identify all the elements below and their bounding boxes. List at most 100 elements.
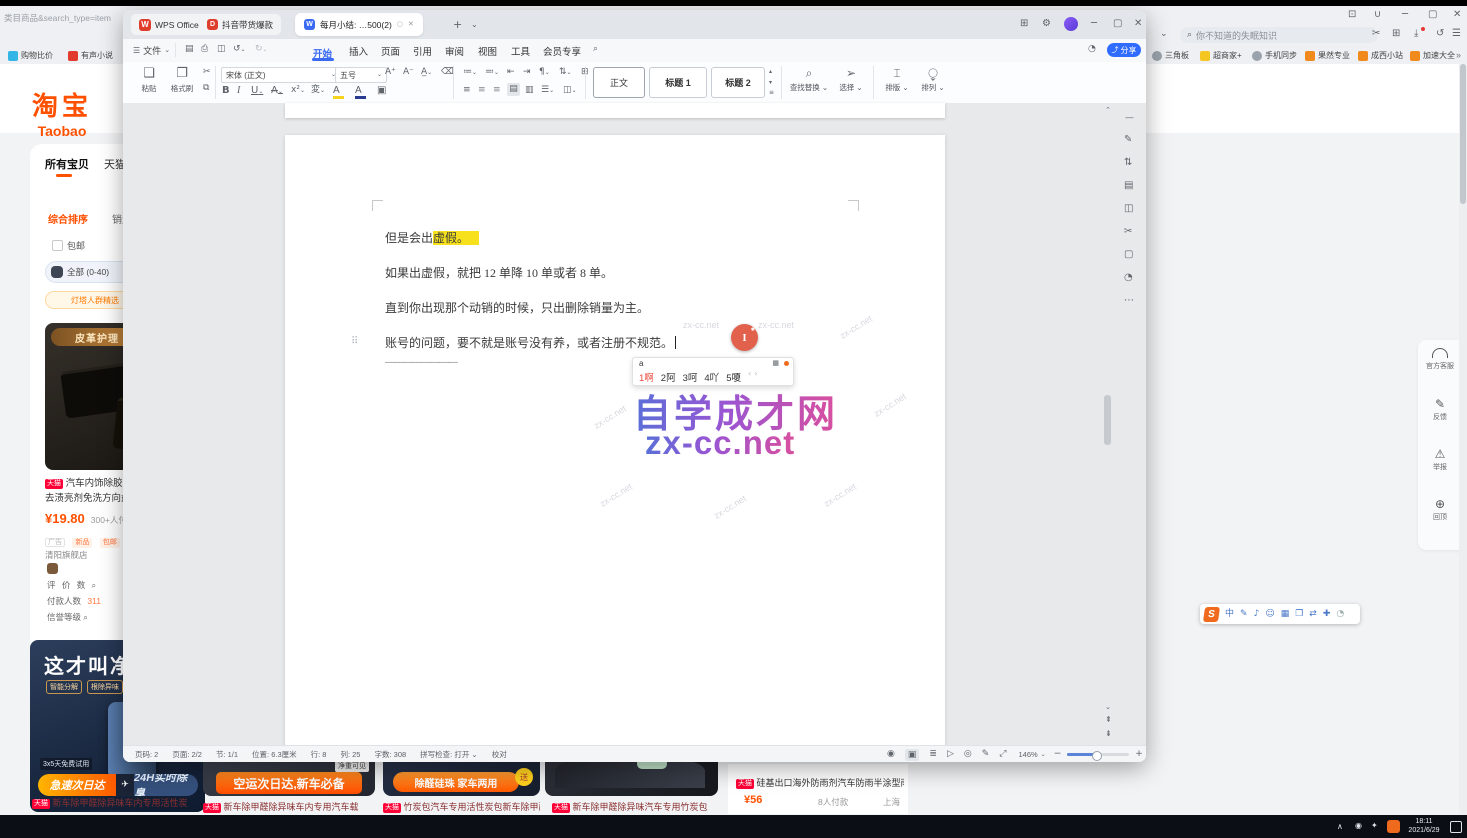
rail-edit-icon[interactable]: ✎ [1124,135,1132,145]
style-heading2[interactable]: 标题 2 [711,67,765,98]
bottom-card-4[interactable]: 天猫 硅基出口海外防雨剂汽车防雨半涂型雨… ¥56 8人付款 上海 [728,764,908,814]
ad-caption[interactable]: 天猫 新车除甲醛除异味车内专用活性炭 [32,796,207,809]
wps-settings-icon[interactable]: ⚙ [1042,19,1051,29]
clipboard-icon[interactable]: ❐ [1295,610,1303,619]
bookmark-item[interactable]: 加速大全 [1410,50,1455,61]
rail-history-icon[interactable]: ◔ [1124,273,1133,283]
side-panel-item-feedback[interactable]: ✎ 反馈 [1418,398,1462,422]
wps-doc-tab-inactive[interactable]: D 抖音带货爆款 [199,14,281,35]
number-list-icon[interactable]: ≕⌄ [485,68,499,77]
free-shipping-filter[interactable]: 包邮 [52,239,85,252]
grow-font-icon[interactable]: A⁺ [385,68,396,77]
italic-icon[interactable]: I [237,86,240,96]
tab-tools[interactable]: 工具 [511,44,530,58]
zoom-chevron-icon[interactable]: ⌄ [1041,752,1046,758]
wps-doc-tab-active[interactable]: W 每月小结: …500(2) ○ ✕ [295,13,423,36]
scroll-up-icon[interactable]: ⌃ [1105,107,1111,114]
rail-collapse-icon[interactable]: — [1125,114,1134,123]
doc-scrollbar-thumb[interactable] [1104,395,1111,445]
bookmarks-more-indicator[interactable]: » [1456,50,1461,60]
wps-restore-icon[interactable]: ▢ [1113,19,1122,29]
bold-icon[interactable]: B [222,86,230,96]
shading-icon[interactable]: ☰⌄ [541,86,554,95]
font-color-icon[interactable]: A [355,85,366,99]
view-outline-icon[interactable]: ≣ [929,750,937,759]
zoom-out-icon[interactable]: − [1054,750,1062,759]
next-page-icon[interactable]: ⇟ [1105,730,1112,738]
tab-page[interactable]: 页面 [381,44,400,58]
chinese-mode-icon[interactable]: 中 [1225,610,1234,619]
copy-icon[interactable]: ⧉ [203,84,209,93]
typeset-button[interactable]: ⌶ 排版 ⌄ [881,67,913,93]
status-proofread[interactable]: 校对 [492,749,507,760]
swap-icon[interactable]: ⇄ [1309,610,1317,619]
char-shading-icon[interactable]: ▣ [377,86,386,96]
nav-tab-all-items[interactable]: 所有宝贝 [45,156,89,172]
menu-icon[interactable]: ☰ [1452,29,1461,39]
scrollbar-thumb[interactable] [1460,64,1466,204]
tray-clock[interactable]: 18:11 2021/6/29 [1405,818,1443,835]
bookmark-item[interactable]: 成西小站 [1358,50,1403,61]
format-painter-button[interactable]: ❐格式刷 [165,67,199,94]
view-eye-icon[interactable]: ◉ [887,750,895,759]
ime-candidates[interactable]: 1啊 2阿 3呵 4吖 5嗄 ‹ › [639,370,757,384]
side-panel-item-service[interactable]: 官方客服 [1418,348,1462,371]
side-panel-item-top[interactable]: ⊕ 回顶 [1418,498,1462,522]
toolbox-icon[interactable]: ✚ [1323,610,1331,619]
align-center-icon[interactable]: ≡ [478,86,486,95]
notify-icon[interactable]: ◔ [1088,45,1096,54]
select-button[interactable]: ➢ 选择 ⌄ [835,67,867,93]
side-panel-item-report[interactable]: ⚠ 举报 [1418,448,1462,472]
apps-grid-icon[interactable]: ⊞ [1392,29,1400,39]
ime-candidate-2[interactable]: 2阿 [661,370,676,384]
style-gallery-up-icon[interactable]: ▴ [769,69,772,75]
notification-center-icon[interactable] [1450,821,1462,833]
undo-icon[interactable]: ↺⌄ [233,45,246,54]
scroll-down-icon[interactable]: ⌄ [1105,704,1111,711]
shrink-font-icon[interactable]: A⁻ [403,68,414,77]
phonetic-icon[interactable]: 変⌄ [311,86,325,95]
distribute-icon[interactable]: ▥ [525,86,534,95]
wps-minimize-icon[interactable]: ─ [1091,19,1097,29]
tab-member[interactable]: 会员专享 [543,44,581,58]
redo-icon[interactable]: ↻⌄ [255,45,268,54]
zoom-in-icon[interactable]: + [1135,750,1143,759]
bookmark-item[interactable]: 果然专业 [1305,50,1350,61]
ime-prev-icon[interactable]: ‹ [748,370,751,384]
doc-line-4[interactable]: 账号的问题，要不就是账号没有养，或者注册不规范。 [385,334,676,351]
style-gallery-down-icon[interactable]: ▾ [769,80,772,86]
highlight-color-icon[interactable]: A [333,85,344,99]
font-size-select[interactable]: 五号 ⌄ [335,67,387,83]
share-button[interactable]: ⤴ 分享 [1107,43,1141,57]
align-left-icon[interactable]: ≡ [463,86,471,95]
bottom-title-2[interactable]: 天猫 竹炭包汽车专用活性炭包新车除甲醛 [383,800,540,813]
download-icon[interactable]: ⤓ [1414,29,1418,39]
tray-mic-icon[interactable]: ◉ [1355,822,1362,830]
rail-scroll-mode-icon[interactable]: ⇅ [1124,158,1132,168]
tab-list-chevron-icon[interactable]: ⌄ [471,21,478,29]
align-justify-icon[interactable]: ▤ [507,83,520,96]
style-gallery-more-icon[interactable]: ≡ [769,90,774,96]
find-replace-button[interactable]: ⌕ 查找替换 ⌄ [787,67,831,93]
bottom-title-3[interactable]: 天猫 新车除甲醛除异味汽车专用竹炭包 [552,800,718,813]
ime-candidate-5[interactable]: 5嗄 [726,370,741,384]
ime-candidate-popup[interactable]: a ▦ 1啊 2阿 3呵 4吖 5嗄 ‹ › [632,357,794,386]
paste-button[interactable]: ❏粘贴 [135,67,163,94]
view-play-icon[interactable]: ▷ [947,750,954,759]
rail-cut-icon[interactable]: ✂ [1124,227,1132,237]
ime-next-icon[interactable]: › [754,370,757,384]
rail-outline-icon[interactable]: ▤ [1124,181,1133,191]
font-name-select[interactable]: 宋体 (正文) ⌄ [221,67,341,83]
ime-candidate-4[interactable]: 4吖 [704,370,719,384]
view-web-icon[interactable]: ◎ [964,750,972,759]
zoom-slider[interactable] [1067,753,1129,756]
history-icon[interactable]: ↺ [1436,29,1444,39]
chevron-down-icon[interactable]: ⌄ [1160,30,1168,39]
align-right-icon[interactable]: ≡ [493,86,501,95]
doc-line-1[interactable]: 但是会出虚假。 [385,229,479,246]
status-spellcheck[interactable]: 拼写检查: 打开 ⌄ [420,749,478,760]
emoji-icon[interactable]: ☺ [1265,610,1274,619]
superscript-icon[interactable]: x²⌄ [291,86,305,95]
style-normal[interactable]: 正文 [593,67,645,98]
rail-more-icon[interactable]: ⋯ [1124,296,1134,306]
